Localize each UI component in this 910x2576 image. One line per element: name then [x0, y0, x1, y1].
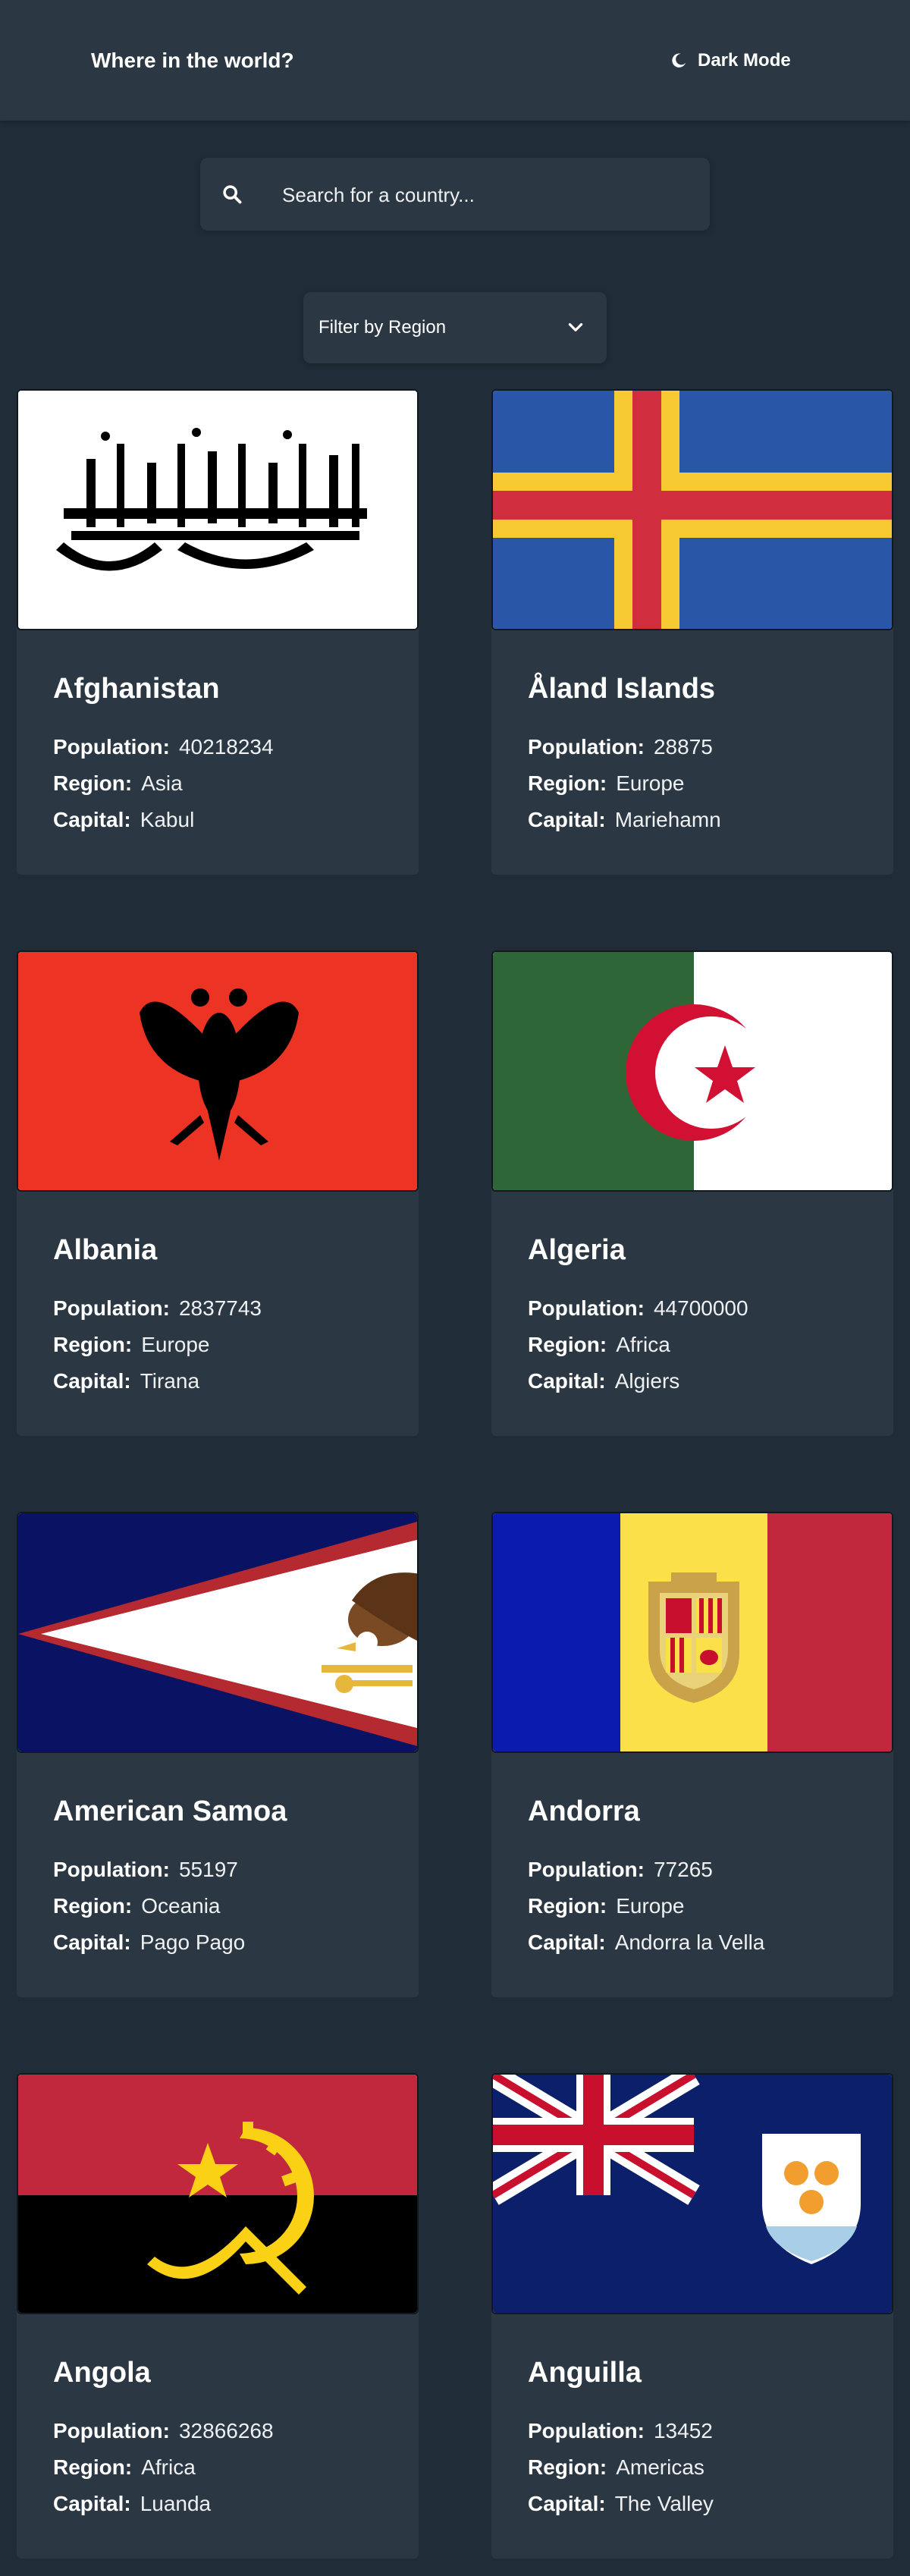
population-row: Population: 28875 — [528, 735, 713, 759]
region-filter-dropdown[interactable]: Filter by Region — [303, 292, 607, 363]
albania-flag — [17, 950, 419, 1192]
population-row: Population: 44700000 — [528, 1296, 748, 1320]
population-value: 32866268 — [178, 2419, 274, 2442]
population-value: 13452 — [653, 2419, 713, 2442]
chevron-down-icon — [568, 323, 583, 331]
country-name: Angola — [53, 2357, 151, 2389]
search-bar — [200, 158, 710, 231]
american-samoa-flag — [17, 1512, 419, 1753]
country-card-american-samoa[interactable]: American Samoa Population: 55197 Region: O… — [17, 1512, 419, 1997]
population-value: 55197 — [178, 1858, 238, 1881]
region-row: Region: Asia — [53, 771, 183, 795]
region-row: Region: Africa — [53, 2455, 196, 2479]
region-value: Africa — [616, 1333, 670, 1356]
region-value: Europe — [141, 1333, 210, 1356]
population-value: 2837743 — [178, 1296, 262, 1320]
population-value: 28875 — [653, 735, 713, 759]
region-value: Asia — [141, 771, 183, 795]
capital-row: Capital: Mariehamn — [528, 808, 721, 831]
country-name: American Samoa — [53, 1795, 287, 1827]
angola-flag — [17, 2073, 419, 2314]
population-value: 44700000 — [653, 1296, 748, 1320]
country-card-albania[interactable]: Albania Population: 2837743 Region: Europe… — [17, 950, 419, 1436]
country-card-afghanistan[interactable]: Afghanistan Population: 40218234 Region: A… — [17, 389, 419, 875]
region-row: Region: Americas — [528, 2455, 704, 2479]
dark-mode-label: Dark Mode — [698, 50, 791, 71]
capital-value: Luanda — [140, 2492, 212, 2515]
andorra-flag — [491, 1512, 893, 1753]
dark-mode-toggle[interactable]: Dark Mode — [670, 46, 791, 76]
aland-islands-flag — [491, 389, 893, 630]
capital-row: Capital: Pago Pago — [53, 1930, 246, 1954]
country-card-anguilla[interactable]: Anguilla Population: 13452 Region: America… — [491, 2073, 893, 2559]
capital-value: Tirana — [140, 1369, 200, 1393]
population-value: 40218234 — [178, 735, 274, 759]
app-header: Where in the world? Dark Mode — [0, 0, 910, 121]
capital-row: Capital: Kabul — [53, 808, 195, 831]
capital-row: Capital: Algiers — [528, 1369, 680, 1393]
capital-value: Algiers — [614, 1369, 680, 1393]
country-name: Andorra — [528, 1795, 640, 1827]
capital-value: Pago Pago — [140, 1930, 246, 1954]
region-row: Region: Europe — [528, 771, 685, 795]
afghanistan-flag — [17, 389, 419, 630]
search-input[interactable] — [281, 176, 686, 214]
country-card-aland-islands[interactable]: Åland Islands Population: 28875 Region: Eu… — [491, 389, 893, 875]
population-row: Population: 55197 — [53, 1858, 238, 1881]
region-value: Europe — [616, 1894, 685, 1918]
country-name: Afghanistan — [53, 673, 220, 705]
country-card-angola[interactable]: Angola Population: 32866268 Region: Africa… — [17, 2073, 419, 2559]
region-row: Region: Oceania — [53, 1894, 221, 1918]
population-row: Population: 13452 — [528, 2419, 713, 2442]
region-value: Africa — [141, 2455, 196, 2479]
capital-row: Capital: Tirana — [53, 1369, 200, 1393]
capital-value: Mariehamn — [614, 808, 721, 831]
capital-row: Capital: Andorra la Vella — [528, 1930, 765, 1954]
country-card-algeria[interactable]: Algeria Population: 44700000 Region: Afric… — [491, 950, 893, 1436]
population-value: 77265 — [653, 1858, 713, 1881]
region-filter-label: Filter by Region — [318, 317, 447, 338]
moon-icon — [672, 53, 686, 68]
country-name: Algeria — [528, 1234, 626, 1266]
region-row: Region: Europe — [528, 1894, 685, 1918]
population-row: Population: 77265 — [528, 1858, 713, 1881]
country-name: Albania — [53, 1234, 158, 1266]
capital-row: Capital: Luanda — [53, 2492, 212, 2515]
capital-value: Kabul — [140, 808, 195, 831]
country-name: Åland Islands — [528, 673, 716, 705]
population-row: Population: 2837743 — [53, 1296, 262, 1320]
region-value: Oceania — [141, 1894, 221, 1918]
country-card-andorra[interactable]: Andorra Population: 77265 Region: Europe C… — [491, 1512, 893, 1997]
country-name: Anguilla — [528, 2357, 642, 2389]
search-icon — [223, 185, 242, 204]
app-title: Where in the world? — [91, 49, 294, 72]
capital-row: Capital: The Valley — [528, 2492, 714, 2515]
region-row: Region: Africa — [528, 1333, 670, 1356]
population-row: Population: 40218234 — [53, 735, 274, 759]
population-row: Population: 32866268 — [53, 2419, 274, 2442]
capital-value: The Valley — [614, 2492, 714, 2515]
algeria-flag — [491, 950, 893, 1192]
region-value: Europe — [616, 771, 685, 795]
capital-value: Andorra la Vella — [614, 1930, 765, 1954]
anguilla-flag — [491, 2073, 893, 2314]
region-row: Region: Europe — [53, 1333, 210, 1356]
region-value: Americas — [616, 2455, 704, 2479]
